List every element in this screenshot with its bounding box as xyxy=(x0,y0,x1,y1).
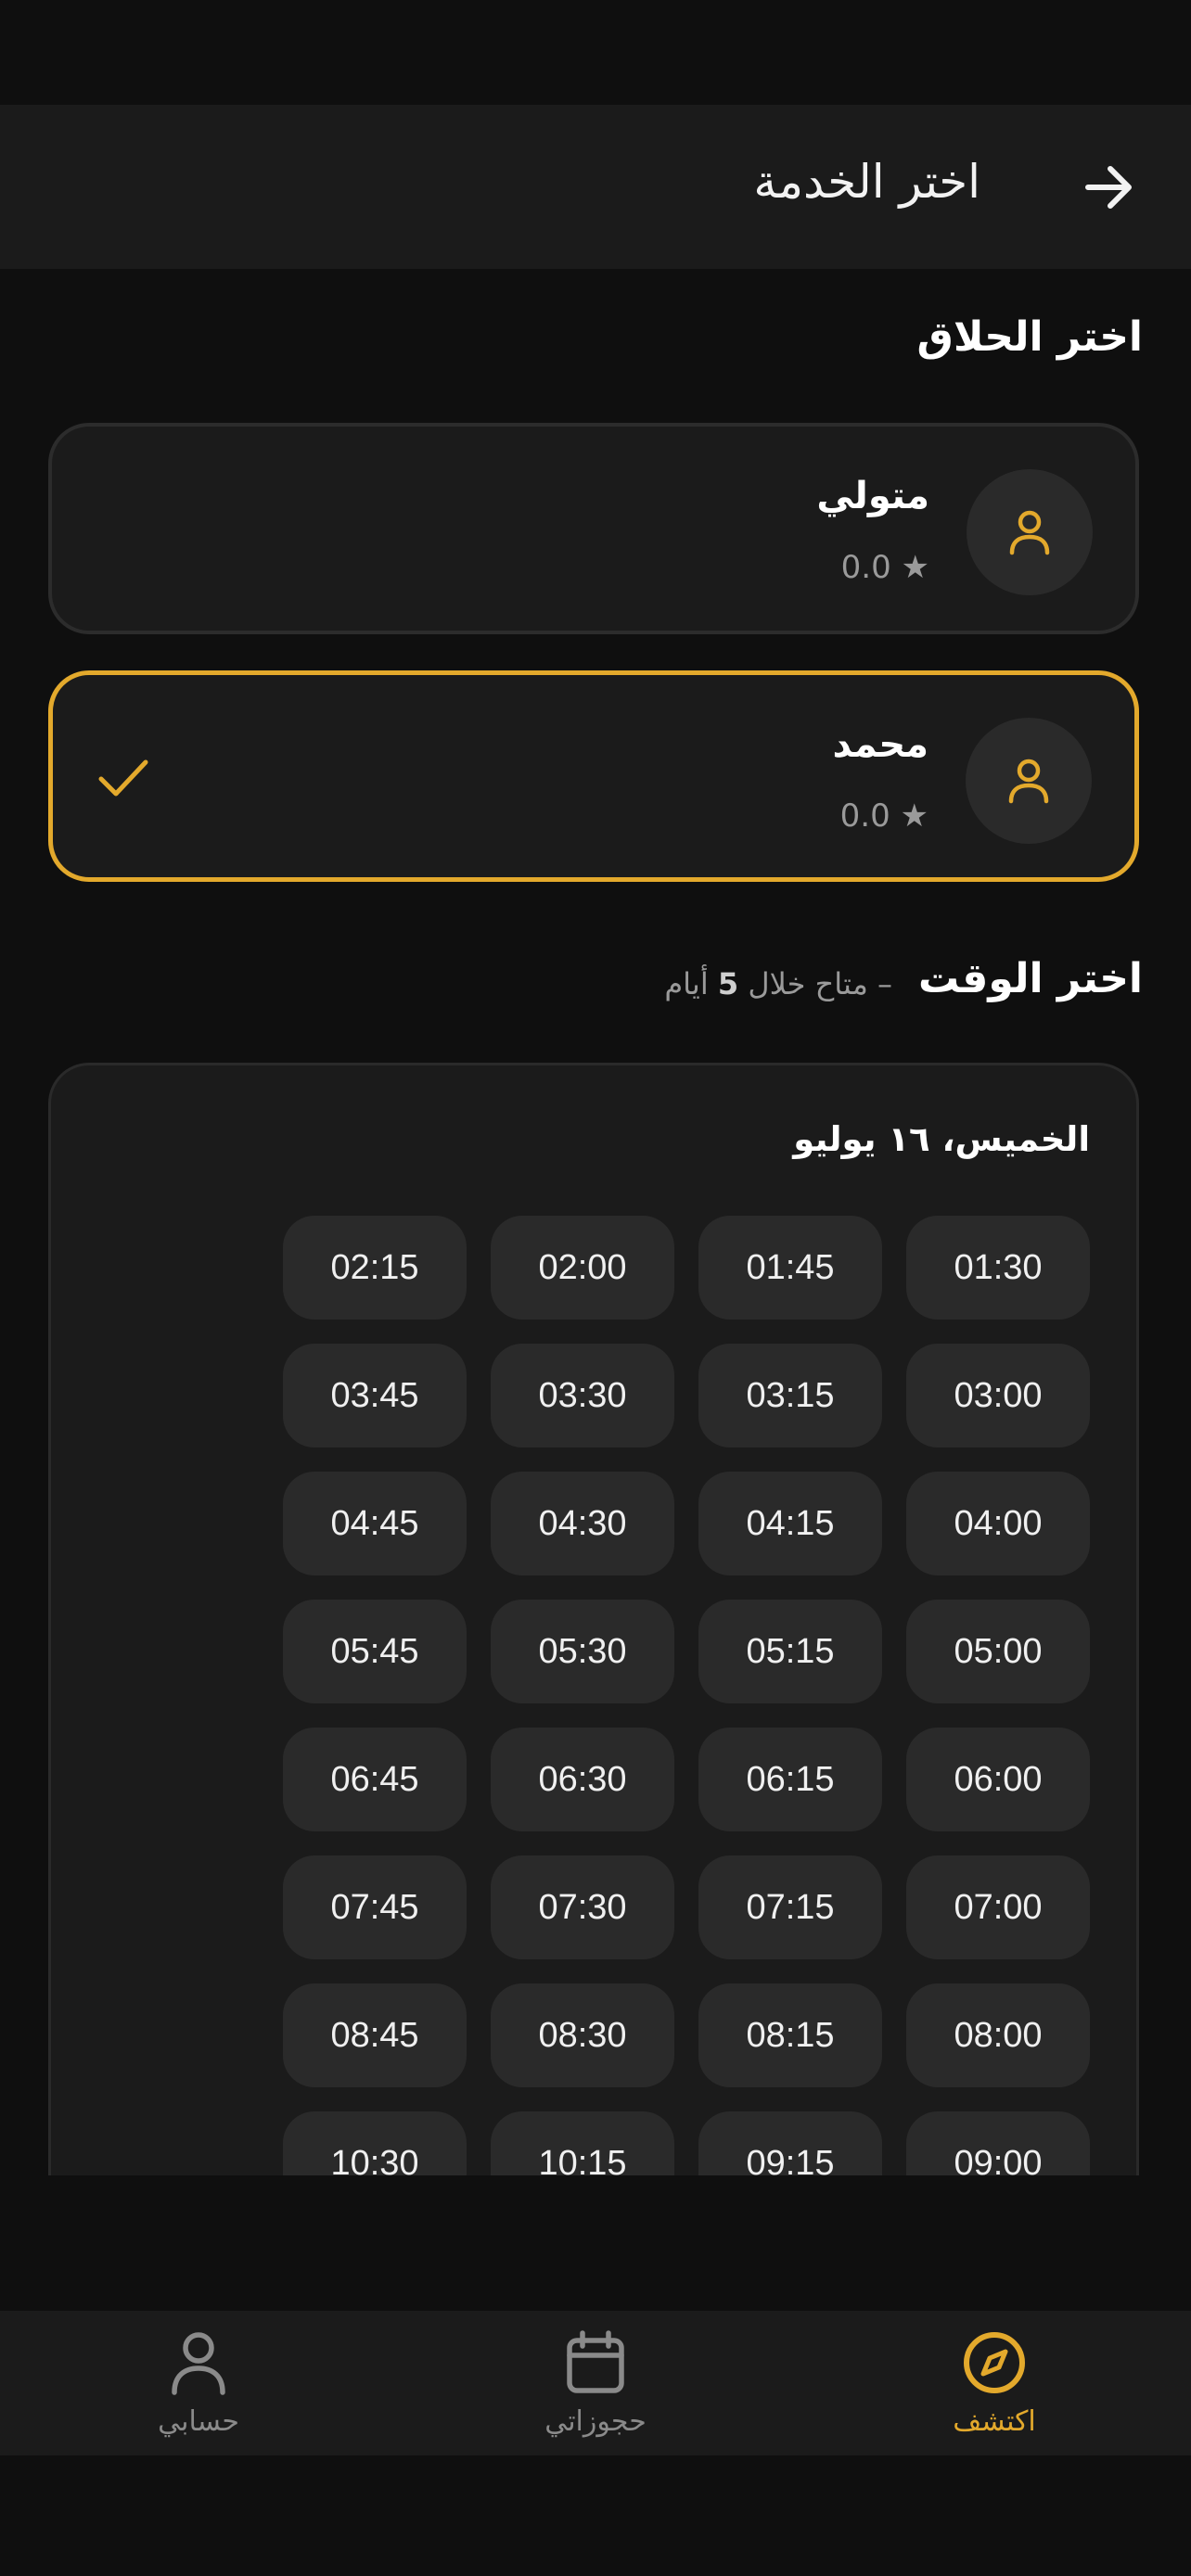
back-button[interactable] xyxy=(1076,156,1145,219)
availability-dash: – xyxy=(877,966,892,1001)
time-slot[interactable]: 10:30 xyxy=(283,2111,467,2175)
time-slot[interactable]: 03:45 xyxy=(283,1344,467,1447)
time-slot[interactable]: 01:30 xyxy=(906,1216,1090,1320)
user-icon xyxy=(1008,759,1049,804)
time-slot[interactable]: 03:00 xyxy=(906,1344,1090,1447)
availability-prefix: متاح خلال xyxy=(748,966,868,1001)
bottom-navigation: اكتشف حجوزاتي حسابي xyxy=(0,2311,1191,2455)
time-slot[interactable]: 08:45 xyxy=(283,1983,467,2087)
time-slot[interactable]: 02:00 xyxy=(491,1216,674,1320)
barber-card-metwally[interactable]: متولي 0.0 ★ xyxy=(48,423,1139,634)
barber-name: محمد xyxy=(832,723,928,766)
top-app-bar xyxy=(0,105,1191,269)
time-slot[interactable]: 05:45 xyxy=(283,1600,467,1703)
time-slot[interactable]: 07:00 xyxy=(906,1855,1090,1959)
time-slot[interactable]: 07:45 xyxy=(283,1855,467,1959)
time-slot[interactable]: 06:45 xyxy=(283,1728,467,1831)
time-slots-grid: 01:30 01:45 02:00 02:15 03:00 03:15 03:3… xyxy=(283,1216,1090,2175)
time-slot[interactable]: 09:15 xyxy=(698,2111,882,2175)
time-slot[interactable]: 04:30 xyxy=(491,1472,674,1575)
barber-rating: 0.0 ★ xyxy=(840,549,929,586)
user-icon xyxy=(172,2332,225,2395)
nav-label-discover: اكتشف xyxy=(953,2405,1036,2438)
time-slots-panel: الخميس، ١٦ يوليو 01:30 01:45 02:00 02:15… xyxy=(48,1063,1139,2175)
time-slot[interactable]: 05:30 xyxy=(491,1600,674,1703)
nav-label-account: حسابي xyxy=(158,2405,239,2438)
time-slot[interactable]: 08:15 xyxy=(698,1983,882,2087)
time-slot[interactable]: 10:15 xyxy=(491,2111,674,2175)
availability-text: – متاح خلال 5 أيام xyxy=(664,966,892,1001)
nav-item-bookings[interactable]: حجوزاتي xyxy=(456,2311,735,2455)
time-slot[interactable]: 06:15 xyxy=(698,1728,882,1831)
time-slot[interactable]: 08:30 xyxy=(491,1983,674,2087)
calendar-icon xyxy=(567,2330,624,2393)
availability-suffix: أيام xyxy=(664,966,709,1001)
availability-days: 5 xyxy=(717,966,739,1001)
barber-avatar xyxy=(966,718,1092,844)
time-slot[interactable]: 04:15 xyxy=(698,1472,882,1575)
barber-card-mohamed[interactable]: محمد 0.0 ★ xyxy=(48,670,1139,882)
time-slot[interactable]: 06:30 xyxy=(491,1728,674,1831)
barber-name: متولي xyxy=(816,475,929,517)
time-slot[interactable]: 06:00 xyxy=(906,1728,1090,1831)
time-slot[interactable]: 09:00 xyxy=(906,2111,1090,2175)
nav-item-discover[interactable]: اكتشف xyxy=(855,2311,1133,2455)
time-slot[interactable]: 01:45 xyxy=(698,1216,882,1320)
time-slot[interactable]: 05:00 xyxy=(906,1600,1090,1703)
arrow-right-icon xyxy=(1085,166,1132,209)
compass-icon xyxy=(964,2332,1025,2393)
time-slot[interactable]: 07:15 xyxy=(698,1855,882,1959)
time-slot[interactable]: 02:15 xyxy=(283,1216,467,1320)
time-section-title: اختر الوقت xyxy=(917,955,1143,1002)
time-slot[interactable]: 03:15 xyxy=(698,1344,882,1447)
date-label: الخميس، ١٦ يوليو xyxy=(793,1119,1090,1159)
user-icon xyxy=(1009,510,1050,555)
barber-avatar xyxy=(967,469,1093,595)
time-slot[interactable]: 03:30 xyxy=(491,1344,674,1447)
time-slot[interactable]: 05:15 xyxy=(698,1600,882,1703)
page-title: اختر الخدمة xyxy=(753,155,980,209)
check-icon xyxy=(98,759,148,797)
time-slot[interactable]: 08:00 xyxy=(906,1983,1090,2087)
time-slot[interactable]: 07:30 xyxy=(491,1855,674,1959)
time-slot[interactable]: 04:45 xyxy=(283,1472,467,1575)
time-slot[interactable]: 04:00 xyxy=(906,1472,1090,1575)
nav-label-bookings: حجوزاتي xyxy=(544,2405,647,2438)
barber-rating: 0.0 ★ xyxy=(839,797,928,835)
barber-section-title: اختر الحلاق xyxy=(916,313,1143,361)
nav-item-account[interactable]: حسابي xyxy=(59,2311,338,2455)
